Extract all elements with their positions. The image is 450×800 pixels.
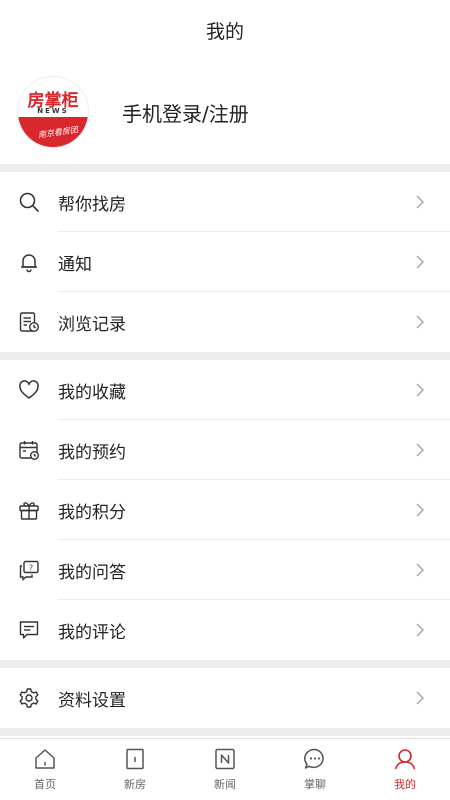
heart-icon — [17, 378, 41, 402]
menu-item-qa[interactable]: ? 我的问答 — [0, 540, 450, 600]
qa-icon: ? — [17, 558, 41, 582]
chevron-right-icon — [408, 250, 432, 274]
tab-chat[interactable]: 掌聊 — [270, 739, 360, 800]
chevron-right-icon — [408, 310, 432, 334]
section-divider — [0, 352, 450, 360]
svg-text:?: ? — [29, 563, 33, 572]
menu-item-label: 帮你找房 — [58, 194, 126, 215]
search-icon — [17, 190, 41, 214]
tab-label: 新闻 — [214, 778, 236, 791]
history-icon — [17, 310, 41, 334]
menu-item-settings[interactable]: 资料设置 — [0, 668, 450, 728]
calendar-icon — [17, 438, 41, 462]
chevron-right-icon — [408, 378, 432, 402]
menu-item-points[interactable]: 我的积分 — [0, 480, 450, 540]
logo-news: NEWS — [37, 107, 69, 115]
menu-item-label: 我的问答 — [58, 562, 126, 583]
tab-news[interactable]: 新闻 — [180, 739, 270, 800]
chat-icon — [302, 746, 328, 772]
menu-item-label: 我的收藏 — [58, 382, 126, 403]
menu-item-find-house[interactable]: 帮你找房 — [0, 172, 450, 232]
door-icon — [122, 746, 148, 772]
tab-home[interactable]: 首页 — [0, 739, 90, 800]
page-header: 我的 — [0, 0, 450, 60]
gear-icon — [17, 686, 41, 710]
tab-profile[interactable]: 我的 — [360, 739, 450, 800]
section-divider — [0, 728, 450, 736]
login-register-link[interactable]: 手机登录/注册 — [122, 98, 249, 127]
app-logo: 房掌柜 NEWS 南京看房团 — [17, 76, 89, 148]
menu-item-label: 我的积分 — [58, 502, 126, 523]
chevron-right-icon — [408, 438, 432, 462]
bell-icon — [17, 250, 41, 274]
chevron-right-icon — [408, 190, 432, 214]
tab-label: 掌聊 — [304, 778, 326, 791]
tab-label: 新房 — [124, 778, 146, 791]
menu-item-label: 浏览记录 — [58, 314, 126, 335]
menu-item-label: 我的评论 — [58, 622, 126, 643]
home-icon — [32, 746, 58, 772]
comment-icon — [17, 618, 41, 642]
menu-item-notifications[interactable]: 通知 — [0, 232, 450, 292]
section-divider — [0, 164, 450, 172]
tab-label: 首页 — [34, 778, 56, 791]
chevron-right-icon — [408, 558, 432, 582]
chevron-right-icon — [408, 686, 432, 710]
menu-item-label: 通知 — [58, 254, 92, 275]
menu-item-label: 资料设置 — [58, 690, 126, 711]
menu-item-comments[interactable]: 我的评论 — [0, 600, 450, 660]
menu-item-label: 我的预约 — [58, 442, 126, 463]
news-icon — [212, 746, 238, 772]
bottom-tab-bar: 首页 新房 新闻 掌聊 我的 — [0, 738, 450, 800]
chevron-right-icon — [408, 618, 432, 642]
chevron-right-icon — [408, 498, 432, 522]
page-title: 我的 — [205, 20, 244, 43]
tab-new-house[interactable]: 新房 — [90, 739, 180, 800]
profile-icon — [392, 746, 418, 772]
menu-item-history[interactable]: 浏览记录 — [0, 292, 450, 352]
menu-item-favorites[interactable]: 我的收藏 — [0, 360, 450, 420]
tab-label: 我的 — [394, 778, 416, 791]
gift-icon — [17, 498, 41, 522]
section-divider — [0, 660, 450, 668]
menu-item-appointments[interactable]: 我的预约 — [0, 420, 450, 480]
profile-section[interactable]: 房掌柜 NEWS 南京看房团 手机登录/注册 — [0, 60, 450, 164]
